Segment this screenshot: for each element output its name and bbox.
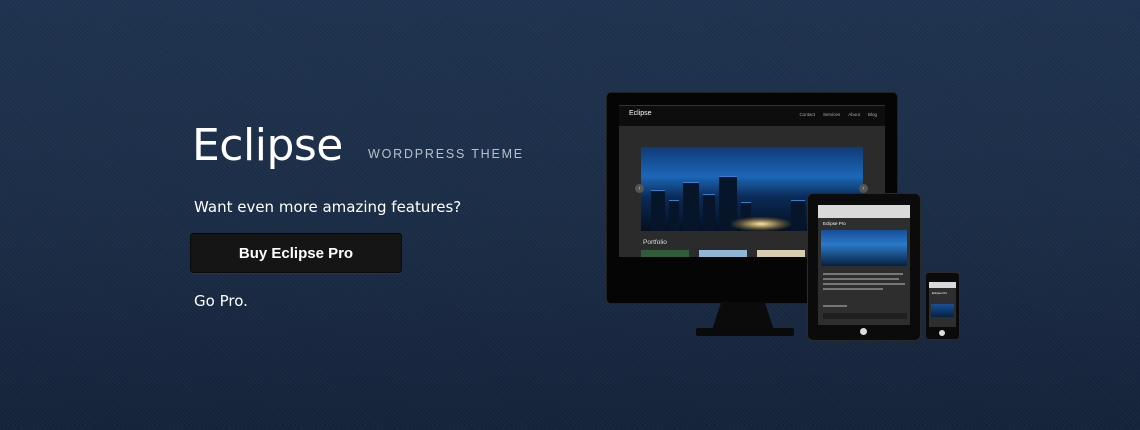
phone-hero-image <box>931 304 954 317</box>
monitor-stand-neck <box>712 302 774 330</box>
phone-site-logo: Eclipse Pro <box>932 291 948 295</box>
text-line <box>823 288 883 290</box>
tablet-hero-image <box>821 230 907 266</box>
phone-device: Eclipse Pro <box>925 272 960 340</box>
tablet-browser-bar <box>818 205 910 218</box>
home-button <box>860 328 867 335</box>
skyline-building <box>791 200 805 231</box>
tablet-footer-block <box>823 313 907 319</box>
phone-browser-bar <box>929 282 956 288</box>
skyline-building <box>651 190 665 231</box>
portfolio-thumb <box>699 250 747 257</box>
tablet-device: Eclipse Pro <box>807 193 921 341</box>
site-logo: Eclipse <box>629 110 652 117</box>
site-nav: Eclipse Contact Services About Blog <box>619 105 885 126</box>
site-nav-links: Contact Services About Blog <box>799 112 877 117</box>
city-glow <box>731 217 791 231</box>
text-line <box>823 273 903 275</box>
home-button <box>939 330 945 336</box>
skyline-building <box>669 200 679 231</box>
device-mockups: Eclipse Contact Services About Blog ‹ › … <box>0 0 1140 430</box>
nav-link-blog: Blog <box>867 112 877 117</box>
text-line <box>823 278 899 280</box>
tablet-site-logo: Eclipse Pro <box>823 221 846 226</box>
chevron-left-icon[interactable]: ‹ <box>635 184 644 193</box>
chevron-right-icon[interactable]: › <box>859 184 868 193</box>
phone-screen: Eclipse Pro <box>929 282 956 327</box>
skyline-building <box>683 182 699 231</box>
nav-link-about: About <box>848 112 860 117</box>
tablet-screen: Eclipse Pro <box>818 205 910 325</box>
text-line <box>823 283 905 285</box>
monitor-stand-base <box>696 328 794 336</box>
nav-link-contact: Contact <box>799 112 815 117</box>
text-line <box>823 305 847 307</box>
portfolio-thumb <box>757 250 805 257</box>
skyline-building <box>703 194 715 231</box>
portfolio-label: Portfolio <box>643 239 667 246</box>
portfolio-thumb <box>641 250 689 257</box>
nav-link-services: Services <box>822 112 841 117</box>
